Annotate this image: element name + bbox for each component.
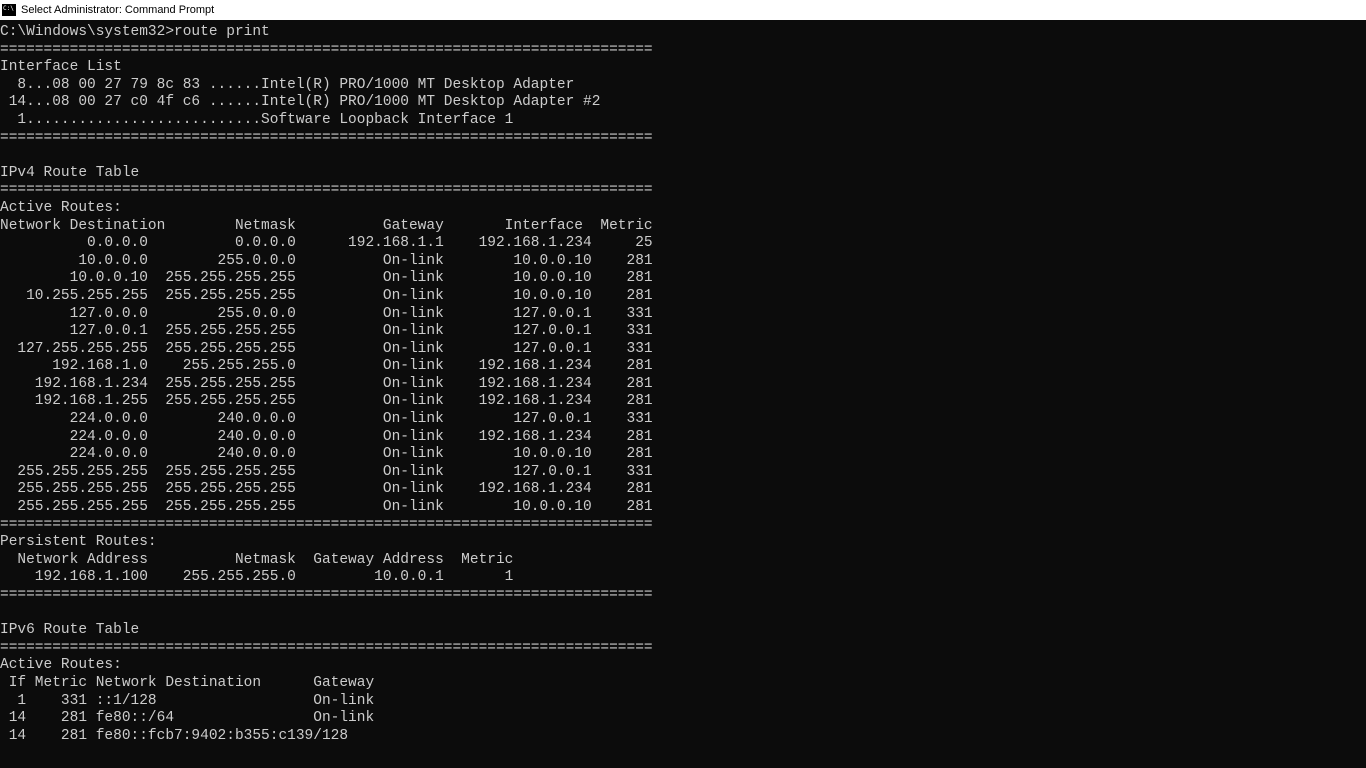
window-titlebar[interactable]: Select Administrator: Command Prompt [0,0,1366,20]
separator-line: ========================================… [0,130,653,146]
separator-line: ========================================… [0,182,653,198]
ipv6-routes-block: 1 331 ::1/128 On-link 14 281 fe80::/64 O… [0,693,374,744]
cmd-icon [2,4,16,16]
window-title: Select Administrator: Command Prompt [21,4,214,16]
ipv6-title: IPv6 Route Table [0,622,139,638]
active-routes-header: Active Routes: [0,657,122,673]
ipv4-columns: Network Destination Netmask Gateway Inte… [0,218,653,234]
ipv4-title: IPv4 Route Table [0,165,139,181]
interface-row: 1...........................Software Loo… [0,112,513,128]
prompt-command: route print [174,24,270,40]
separator-line: ========================================… [0,517,653,533]
active-routes-header: Active Routes: [0,200,122,216]
interface-row: 8...08 00 27 79 8c 83 ......Intel(R) PRO… [0,77,574,93]
persistent-routes-header: Persistent Routes: [0,534,157,550]
separator-line: ========================================… [0,640,653,656]
ipv6-columns: If Metric Network Destination Gateway [0,675,374,691]
ipv4-routes-block: 0.0.0.0 0.0.0.0 192.168.1.1 192.168.1.23… [0,235,653,515]
separator-line: ========================================… [0,42,653,58]
interface-list-header: Interface List [0,59,122,75]
persistent-columns: Network Address Netmask Gateway Address … [0,552,513,568]
separator-line: ========================================… [0,587,653,603]
interface-row: 14...08 00 27 c0 4f c6 ......Intel(R) PR… [0,94,600,110]
ipv4-persistent-block: 192.168.1.100 255.255.255.0 10.0.0.1 1 [0,569,513,585]
prompt-path: C:\Windows\system32> [0,24,174,40]
terminal-output[interactable]: C:\Windows\system32>route print ========… [0,20,1366,768]
